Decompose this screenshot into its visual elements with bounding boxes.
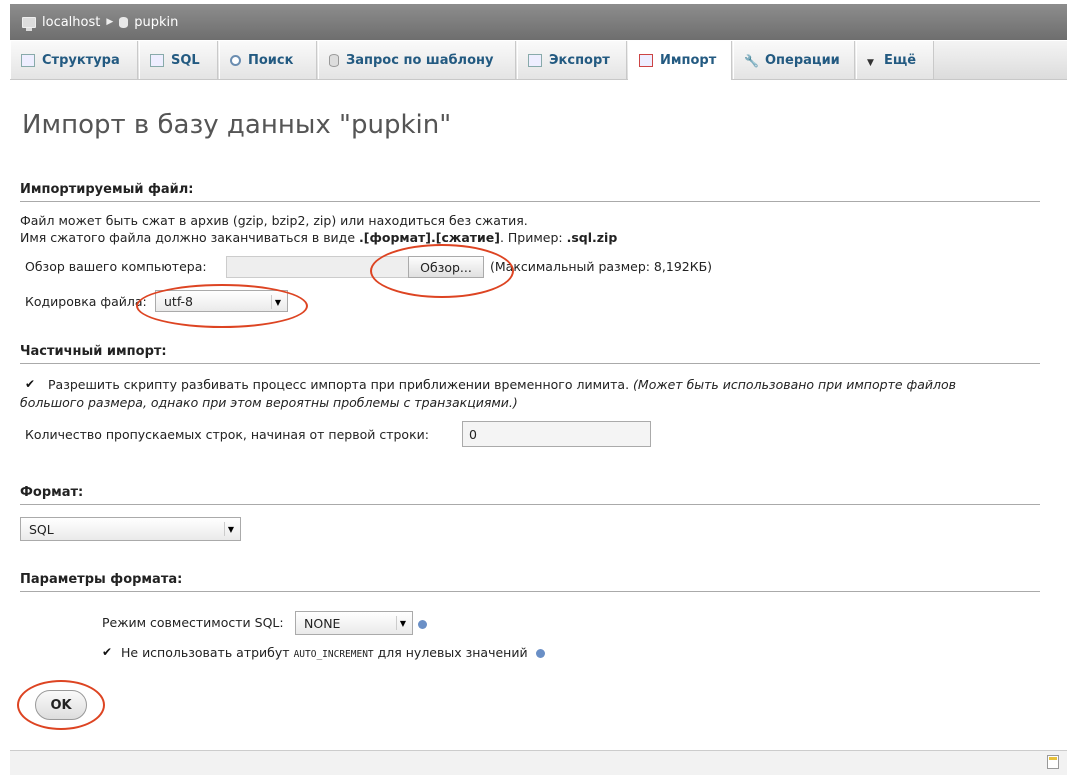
compat-select[interactable]: NONE ▼ <box>295 611 413 635</box>
tab-export[interactable]: Экспорт <box>517 41 627 79</box>
allow-interrupt-text: Разрешить скрипту разбивать процесс импо… <box>48 377 630 392</box>
format-options-heading: Параметры формата: <box>20 572 1040 592</box>
export-icon <box>528 53 542 67</box>
chevron-down-icon <box>867 54 877 67</box>
encoding-select[interactable]: utf-8 ▼ <box>155 290 288 312</box>
auto-increment-suffix: для нулевых значений <box>377 645 528 660</box>
tab-sql[interactable]: SQL <box>139 41 218 79</box>
chevron-down-icon: ▼ <box>224 522 237 536</box>
chevron-down-icon: ▼ <box>271 295 284 309</box>
partial-section-heading: Частичный импорт: <box>20 344 1040 364</box>
tab-more-label: Ещё <box>884 52 917 68</box>
tab-import-label: Импорт <box>660 53 717 68</box>
browse-label: Обзор вашего компьютера: <box>25 259 207 274</box>
chevron-down-icon: ▼ <box>396 616 409 630</box>
breadcrumb: localhost ▶ pupkin <box>10 4 1067 40</box>
browse-button[interactable]: Обзор... <box>408 256 484 278</box>
structure-icon <box>21 53 35 67</box>
tab-bar: Структура SQL Поиск Запрос по шаблону Эк… <box>10 41 1067 80</box>
file-section-heading: Импортируемый файл: <box>20 182 1040 202</box>
filename-example: .sql.zip <box>566 230 618 245</box>
sql-icon <box>150 53 164 67</box>
compat-value: NONE <box>304 615 341 631</box>
import-icon <box>639 54 653 67</box>
encoding-value: utf-8 <box>164 293 194 309</box>
auto-increment-label: Не использовать атрибут AUTO_INCREMENT д… <box>121 645 545 660</box>
filename-info-mid: . Пример: <box>499 230 567 245</box>
max-size-info: (Максимальный размер: 8,192КБ) <box>490 259 713 274</box>
tab-operations[interactable]: Операции <box>733 41 855 79</box>
file-path-field[interactable] <box>226 256 410 278</box>
format-value: SQL <box>29 521 54 537</box>
tab-more[interactable]: Ещё <box>856 41 934 79</box>
help-icon[interactable] <box>535 649 545 658</box>
breadcrumb-separator-icon: ▶ <box>106 17 114 27</box>
search-icon <box>230 54 241 66</box>
format-section-heading: Формат: <box>20 485 1040 505</box>
auto-increment-prefix: Не использовать атрибут <box>121 645 290 660</box>
tab-query[interactable]: Запрос по шаблону <box>318 41 516 79</box>
compat-label: Режим совместимости SQL: <box>102 615 284 630</box>
allow-interrupt-note-2: большого размера, однако при этом вероят… <box>20 395 518 410</box>
tab-search[interactable]: Поиск <box>219 41 317 79</box>
ok-button[interactable]: OK <box>35 690 87 720</box>
filename-info: Имя сжатого файла должно заканчиваться в… <box>20 230 617 245</box>
bottom-bar <box>10 750 1067 775</box>
tab-search-label: Поиск <box>248 52 294 68</box>
tab-structure[interactable]: Структура <box>10 41 138 79</box>
skip-rows-input[interactable]: 0 <box>462 421 651 447</box>
breadcrumb-server-label[interactable]: localhost <box>42 15 100 30</box>
tab-operations-label: Операции <box>765 52 840 68</box>
breadcrumb-database[interactable]: pupkin <box>119 15 178 30</box>
tab-structure-label: Структура <box>42 52 120 68</box>
format-select[interactable]: SQL ▼ <box>20 517 241 541</box>
wrench-icon <box>744 54 758 67</box>
tab-sql-label: SQL <box>171 52 200 68</box>
allow-interrupt-label: Разрешить скрипту разбивать процесс импо… <box>48 377 956 392</box>
breadcrumb-database-label[interactable]: pupkin <box>134 15 178 30</box>
allow-interrupt-note-line2: большого размера, однако при этом вероят… <box>20 395 518 410</box>
encoding-label: Кодировка файла: <box>25 294 147 309</box>
auto-increment-checkbox[interactable]: ✔ <box>101 646 113 658</box>
breadcrumb-server[interactable]: localhost <box>22 15 100 31</box>
server-icon <box>22 16 36 31</box>
page-title: Импорт в базу данных "pupkin" <box>22 110 452 140</box>
help-icon[interactable] <box>418 620 427 629</box>
filename-format: .[формат].[сжатие] <box>359 230 500 245</box>
auto-increment-code: AUTO_INCREMENT <box>293 649 374 660</box>
allow-interrupt-note-1: (Может быть использовано при импорте фай… <box>633 377 956 392</box>
allow-interrupt-checkbox[interactable]: ✔ <box>24 378 36 390</box>
tab-import[interactable]: Импорт <box>628 41 732 80</box>
database-icon <box>119 16 129 28</box>
console-icon[interactable] <box>1047 755 1059 769</box>
compression-info: Файл может быть сжат в архив (gzip, bzip… <box>20 213 528 228</box>
skip-rows-label: Количество пропускаемых строк, начиная о… <box>25 427 429 442</box>
query-icon <box>329 53 339 67</box>
tab-export-label: Экспорт <box>549 52 610 68</box>
tab-query-label: Запрос по шаблону <box>346 52 494 68</box>
filename-info-prefix: Имя сжатого файла должно заканчиваться в… <box>20 230 359 245</box>
